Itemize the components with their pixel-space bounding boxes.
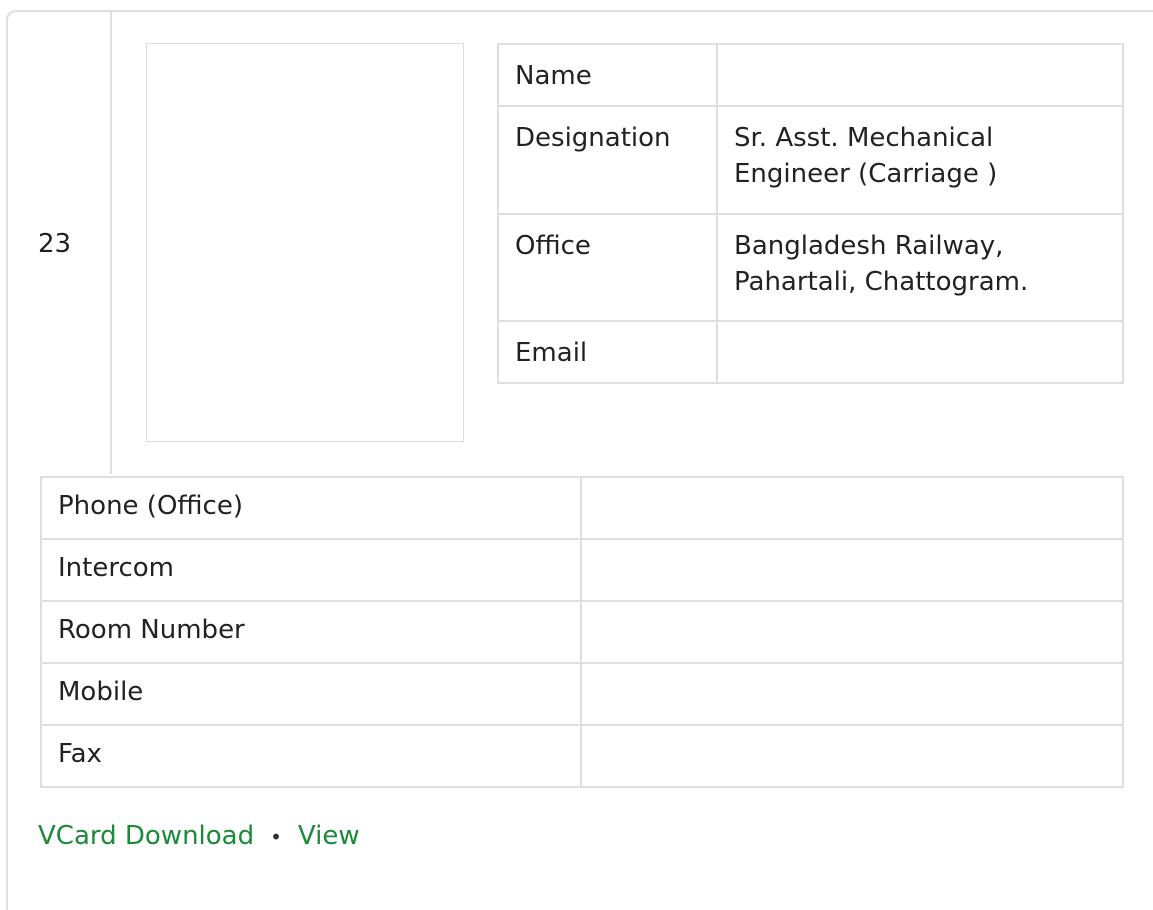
contact-value-phone-office xyxy=(580,476,1124,540)
contact-table: Phone (Office) Intercom Room Number Mobi… xyxy=(40,476,1124,788)
info-value-name xyxy=(716,43,1124,107)
info-label-office: Office xyxy=(497,213,718,322)
contact-row-phone-office: Phone (Office) xyxy=(40,476,1124,540)
vcard-download-link[interactable]: VCard Download xyxy=(38,821,254,851)
contact-label-fax: Fax xyxy=(40,724,582,788)
info-row-designation: Designation Sr. Asst. Mechanical Enginee… xyxy=(497,105,1124,215)
info-label-designation: Designation xyxy=(497,105,718,215)
contact-value-mobile xyxy=(580,662,1124,726)
contact-value-intercom xyxy=(580,538,1124,602)
info-table: Name Designation Sr. Asst. Mechanical En… xyxy=(497,43,1124,384)
contact-label-room-number: Room Number xyxy=(40,600,582,664)
info-label-name: Name xyxy=(497,43,718,107)
contact-row-room-number: Room Number xyxy=(40,600,1124,664)
info-value-email xyxy=(716,320,1124,384)
contact-row-fax: Fax xyxy=(40,724,1124,788)
contact-label-mobile: Mobile xyxy=(40,662,582,726)
contact-value-fax xyxy=(580,724,1124,788)
info-value-designation: Sr. Asst. Mechanical Engineer (Carriage … xyxy=(716,105,1124,215)
info-row-email: Email xyxy=(497,320,1124,384)
profile-photo xyxy=(146,43,464,442)
info-value-office: Bangladesh Railway, Pahartali, Chattogra… xyxy=(716,213,1124,322)
contact-row-mobile: Mobile xyxy=(40,662,1124,726)
card-actions: VCard Download • View xyxy=(38,818,360,855)
info-row-office: Office Bangladesh Railway, Pahartali, Ch… xyxy=(497,213,1124,322)
contact-value-room-number xyxy=(580,600,1124,664)
info-label-email: Email xyxy=(497,320,718,384)
contact-label-phone-office: Phone (Office) xyxy=(40,476,582,540)
serial-number: 23 xyxy=(38,229,72,259)
contact-row-intercom: Intercom xyxy=(40,538,1124,602)
info-row-name: Name xyxy=(497,43,1124,107)
column-divider xyxy=(110,10,112,474)
view-link[interactable]: View xyxy=(298,821,360,851)
link-separator: • xyxy=(270,825,282,849)
contact-label-intercom: Intercom xyxy=(40,538,582,602)
